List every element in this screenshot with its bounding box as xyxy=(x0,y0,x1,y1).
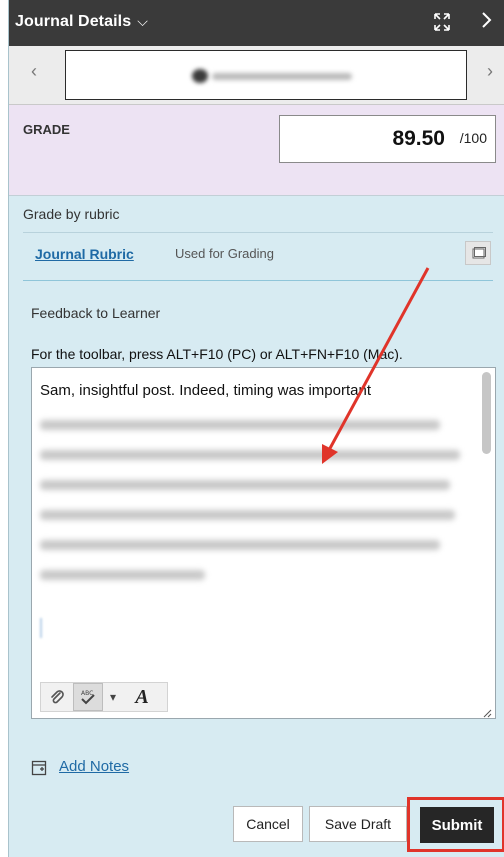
redacted-text xyxy=(40,480,450,490)
redacted-text xyxy=(40,570,205,580)
grade-label: GRADE xyxy=(23,122,70,137)
grade-by-rubric-label: Grade by rubric xyxy=(23,206,120,222)
cancel-button[interactable]: Cancel xyxy=(233,806,303,842)
submit-button[interactable]: Submit xyxy=(420,807,494,843)
svg-text:ABC: ABC xyxy=(81,690,93,697)
text-caret xyxy=(40,618,42,638)
toolbar-hint: For the toolbar, press ALT+F10 (PC) or A… xyxy=(31,346,403,362)
expand-icon[interactable] xyxy=(433,12,451,32)
grade-section: GRADE 89.50 /100 xyxy=(9,105,504,196)
chevron-down-icon[interactable]: ▾ xyxy=(105,683,121,711)
add-notes-link[interactable]: Add Notes xyxy=(59,758,129,775)
redacted-text xyxy=(40,540,440,550)
window-icon[interactable] xyxy=(465,241,491,265)
learner-name-redacted xyxy=(212,73,352,80)
grade-max: /100 xyxy=(459,130,487,146)
submit-highlight: Submit xyxy=(407,797,504,852)
resize-handle-icon[interactable] xyxy=(482,705,492,718)
feedback-editor[interactable]: Sam, insightful post. Indeed, timing was… xyxy=(31,367,496,719)
next-learner-button[interactable]: › xyxy=(487,61,493,82)
learner-selector[interactable] xyxy=(65,50,467,100)
divider xyxy=(23,232,493,233)
avatar xyxy=(192,69,208,83)
chevron-right-icon[interactable] xyxy=(481,10,493,36)
learner-navigation: ‹ › xyxy=(9,46,504,105)
editor-scrollbar[interactable] xyxy=(482,372,491,454)
grade-input[interactable]: 89.50 /100 xyxy=(279,115,496,163)
redacted-text xyxy=(40,510,455,520)
journal-rubric-link[interactable]: Journal Rubric xyxy=(35,246,134,262)
editor-toolbar: ABC ▾ A xyxy=(40,682,168,712)
feedback-label: Feedback to Learner xyxy=(31,305,161,321)
panel-title: Journal Details xyxy=(15,13,132,30)
save-draft-button[interactable]: Save Draft xyxy=(309,806,407,842)
redacted-text xyxy=(40,420,440,430)
previous-learner-button[interactable]: ‹ xyxy=(31,61,37,82)
redacted-text xyxy=(40,450,460,460)
chevron-down-icon: ⌵ xyxy=(137,13,148,29)
notes-icon xyxy=(31,760,47,776)
panel-header: Journal Details ⌵ xyxy=(9,0,504,47)
feedback-text: Sam, insightful post. Indeed, timing was… xyxy=(40,382,371,399)
font-style-icon[interactable]: A xyxy=(127,683,157,711)
panel-title-menu[interactable]: Journal Details ⌵ xyxy=(15,13,148,31)
journal-details-panel: Journal Details ⌵ ‹ › GRADE 89.50 /100 Gr xyxy=(8,0,504,857)
grade-score: 89.50 xyxy=(392,127,445,150)
spellcheck-icon[interactable]: ABC xyxy=(73,683,103,711)
divider xyxy=(23,280,493,281)
rubric-status: Used for Grading xyxy=(175,246,274,261)
paperclip-icon[interactable] xyxy=(45,683,69,711)
